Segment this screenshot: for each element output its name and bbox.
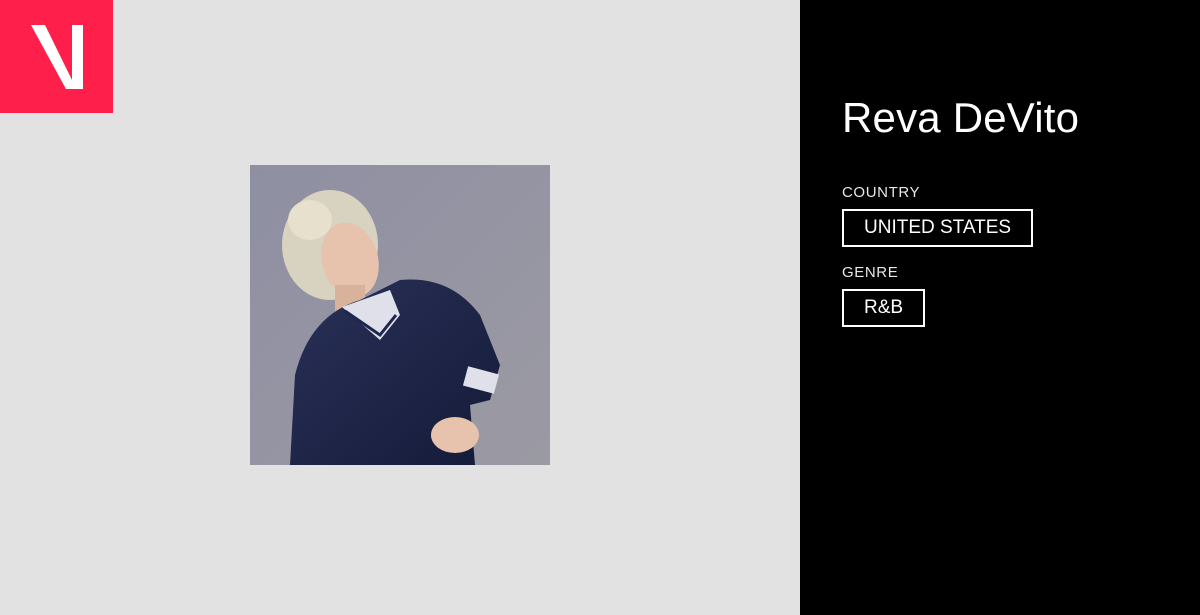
- genre-label: GENRE: [842, 264, 899, 281]
- artist-details-panel: Reva DeVito COUNTRY UNITED STATES GENRE …: [800, 0, 1200, 615]
- v-logo-icon[interactable]: [0, 0, 113, 113]
- country-tag[interactable]: UNITED STATES: [842, 209, 1034, 247]
- artist-photo: [250, 165, 550, 465]
- artist-name: Reva DeVito: [842, 94, 1080, 141]
- genre-tag[interactable]: R&B: [842, 289, 926, 327]
- country-label: COUNTRY: [842, 184, 921, 201]
- left-panel: [0, 0, 800, 615]
